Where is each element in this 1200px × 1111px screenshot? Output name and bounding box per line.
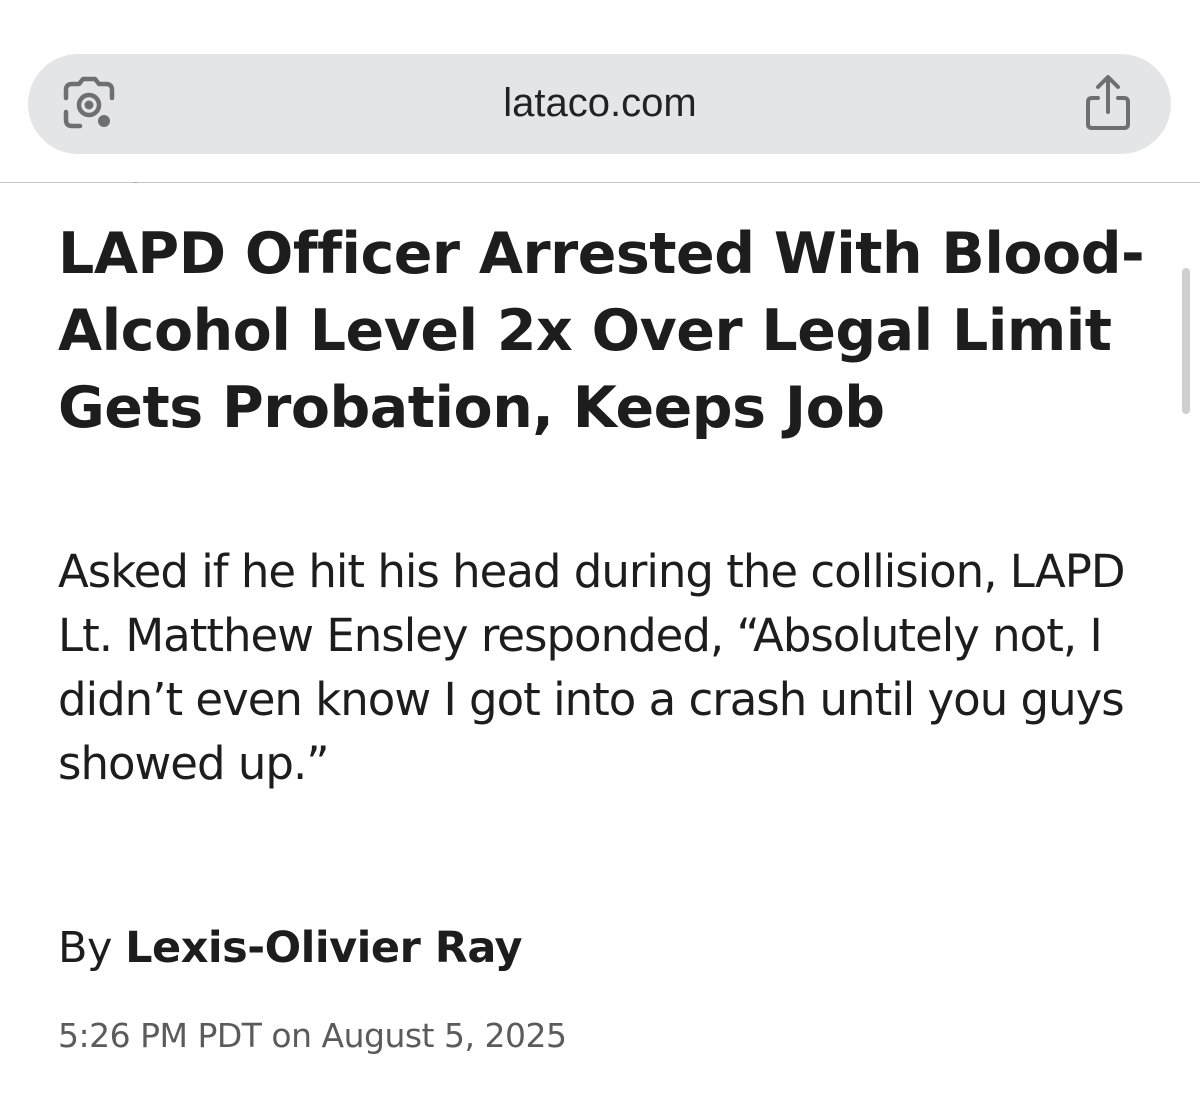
article-headline: LAPD Officer Arrested With Blood-Alcohol…	[58, 221, 1145, 441]
scrollbar[interactable]	[1182, 268, 1190, 414]
share-icon[interactable]	[1080, 72, 1136, 134]
byline: By Lexis-Olivier Ray	[58, 918, 523, 978]
article-subheadline: Asked if he hit his head during the coll…	[58, 545, 1126, 790]
author-name[interactable]: Lexis-Olivier Ray	[125, 923, 522, 973]
address-bar-divider	[0, 182, 1200, 183]
publish-timestamp: 5:26 PM PDT on August 5, 2025	[58, 1016, 567, 1055]
url-text[interactable]: lataco.com	[0, 77, 1200, 129]
byline-prefix: By	[58, 923, 112, 973]
section-kicker[interactable]: NEWS	[60, 182, 146, 189]
